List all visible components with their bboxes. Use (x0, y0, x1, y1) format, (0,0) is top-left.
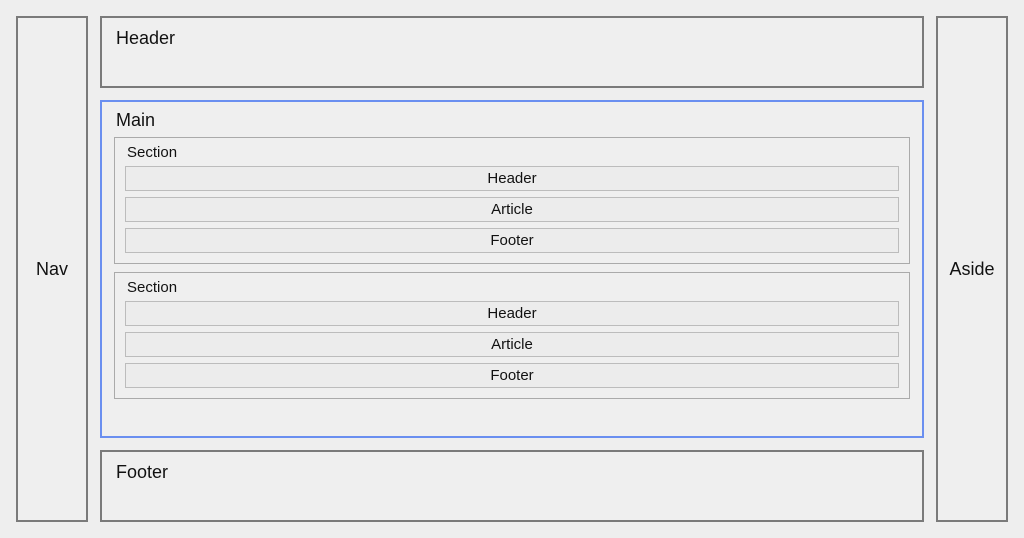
middle-column: Header Main Section Header Article Foote… (100, 16, 924, 522)
section-label: Section (125, 144, 899, 166)
nav-label: Nav (36, 259, 68, 280)
main-label: Main (114, 108, 910, 137)
section-region: Section Header Article Footer (114, 272, 910, 399)
nav-region: Nav (16, 16, 88, 522)
header-region: Header (100, 16, 924, 88)
footer-region: Footer (100, 450, 924, 522)
header-label: Header (116, 28, 175, 48)
footer-label: Footer (116, 462, 168, 482)
section-label: Section (125, 279, 899, 301)
main-region: Main Section Header Article Footer Secti… (100, 100, 924, 438)
section-article-row: Article (125, 197, 899, 222)
section-footer-row: Footer (125, 228, 899, 253)
section-footer-row: Footer (125, 363, 899, 388)
section-header-row: Header (125, 301, 899, 326)
aside-region: Aside (936, 16, 1008, 522)
section-header-row: Header (125, 166, 899, 191)
section-region: Section Header Article Footer (114, 137, 910, 264)
aside-label: Aside (949, 259, 994, 280)
section-article-row: Article (125, 332, 899, 357)
